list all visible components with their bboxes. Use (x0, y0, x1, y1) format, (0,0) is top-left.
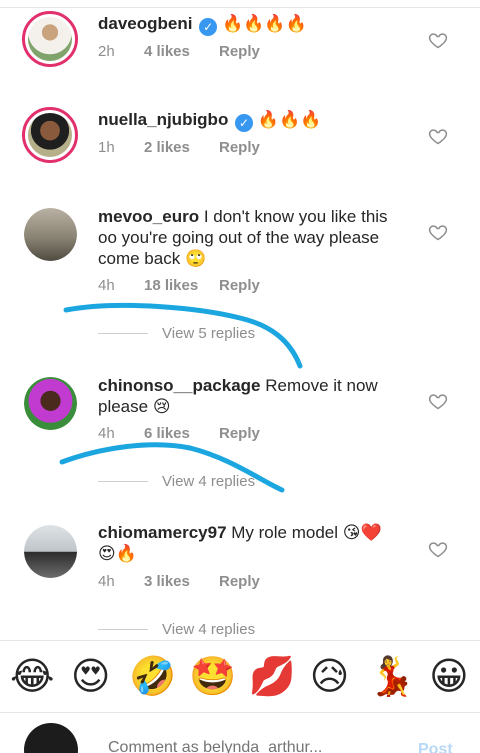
comment-username[interactable]: mevoo_euro (98, 207, 199, 226)
comment-likes[interactable]: 3 likes (144, 573, 219, 590)
heart-icon[interactable] (428, 391, 448, 411)
reply-button[interactable]: Reply (219, 43, 260, 60)
heart-icon[interactable] (428, 30, 448, 50)
emoji-button[interactable]: 😀 (428, 654, 470, 699)
reply-button[interactable]: Reply (219, 277, 260, 294)
avatar[interactable] (22, 11, 78, 67)
reply-button[interactable]: Reply (219, 139, 260, 156)
post-button[interactable]: Post (418, 741, 453, 753)
avatar[interactable] (24, 208, 77, 261)
comment-text: 🔥🔥🔥🔥 (221, 14, 307, 33)
comment-time: 1h (98, 139, 115, 156)
verified-badge-icon: ✓ (235, 114, 254, 132)
heart-icon[interactable] (428, 126, 448, 146)
comment-username[interactable]: nuella_njubigbo (98, 110, 228, 129)
reply-button[interactable]: Reply (219, 425, 260, 442)
comment-time: 2h (98, 43, 115, 60)
comment-text: 🔥🔥🔥 (257, 110, 322, 129)
avatar (24, 723, 78, 753)
comment-username[interactable]: chiomamercy97 (98, 523, 227, 542)
emoji-button[interactable]: 🤣 (129, 655, 176, 699)
view-replies-label: View 5 replies (162, 325, 256, 342)
comment-time: 4h (98, 425, 115, 442)
view-replies-button[interactable]: View 5 replies (98, 325, 255, 342)
emoji-button[interactable]: 💋 (249, 655, 296, 699)
comment-likes[interactable]: 6 likes (144, 425, 219, 442)
comment-emoji: 🙄 (184, 249, 207, 268)
emoji-quick-bar: 😂 😍 🤣 🤩 💋 😥 💃 😀 (0, 640, 480, 712)
top-divider (0, 0, 480, 8)
emoji-button[interactable]: 💃 (368, 655, 415, 699)
heart-icon[interactable] (428, 222, 448, 242)
comment-emoji: 😢 (152, 397, 171, 416)
view-replies-label: View 4 replies (162, 621, 256, 638)
view-replies-button[interactable]: View 4 replies (98, 473, 255, 490)
divider-line (98, 333, 148, 334)
divider-line (98, 481, 148, 482)
comment-time: 4h (98, 573, 115, 590)
verified-badge-icon: ✓ (199, 18, 218, 36)
view-replies-button[interactable]: View 4 replies (98, 621, 255, 638)
emoji-button[interactable]: 😂 (10, 654, 54, 699)
comment-time: 4h (98, 277, 115, 294)
comment-composer: Post (0, 712, 480, 753)
divider-line (98, 629, 148, 630)
avatar[interactable] (24, 525, 77, 578)
emoji-button[interactable]: 😥 (309, 654, 351, 699)
comment-text: My role model (231, 523, 339, 542)
emoji-button[interactable]: 🤩 (189, 655, 236, 699)
comment-username[interactable]: daveogbeni (98, 14, 192, 33)
comment-username[interactable]: chinonso__package (98, 376, 261, 395)
comment-likes[interactable]: 4 likes (144, 43, 219, 60)
avatar[interactable] (24, 377, 77, 430)
comment-likes[interactable]: 18 likes (144, 277, 219, 294)
comment-likes[interactable]: 2 likes (144, 139, 219, 156)
comment-input[interactable] (108, 739, 408, 753)
avatar[interactable] (22, 107, 78, 163)
view-replies-label: View 4 replies (162, 473, 256, 490)
reply-button[interactable]: Reply (219, 573, 260, 590)
heart-icon[interactable] (428, 539, 448, 559)
emoji-button[interactable]: 😍 (70, 654, 112, 699)
